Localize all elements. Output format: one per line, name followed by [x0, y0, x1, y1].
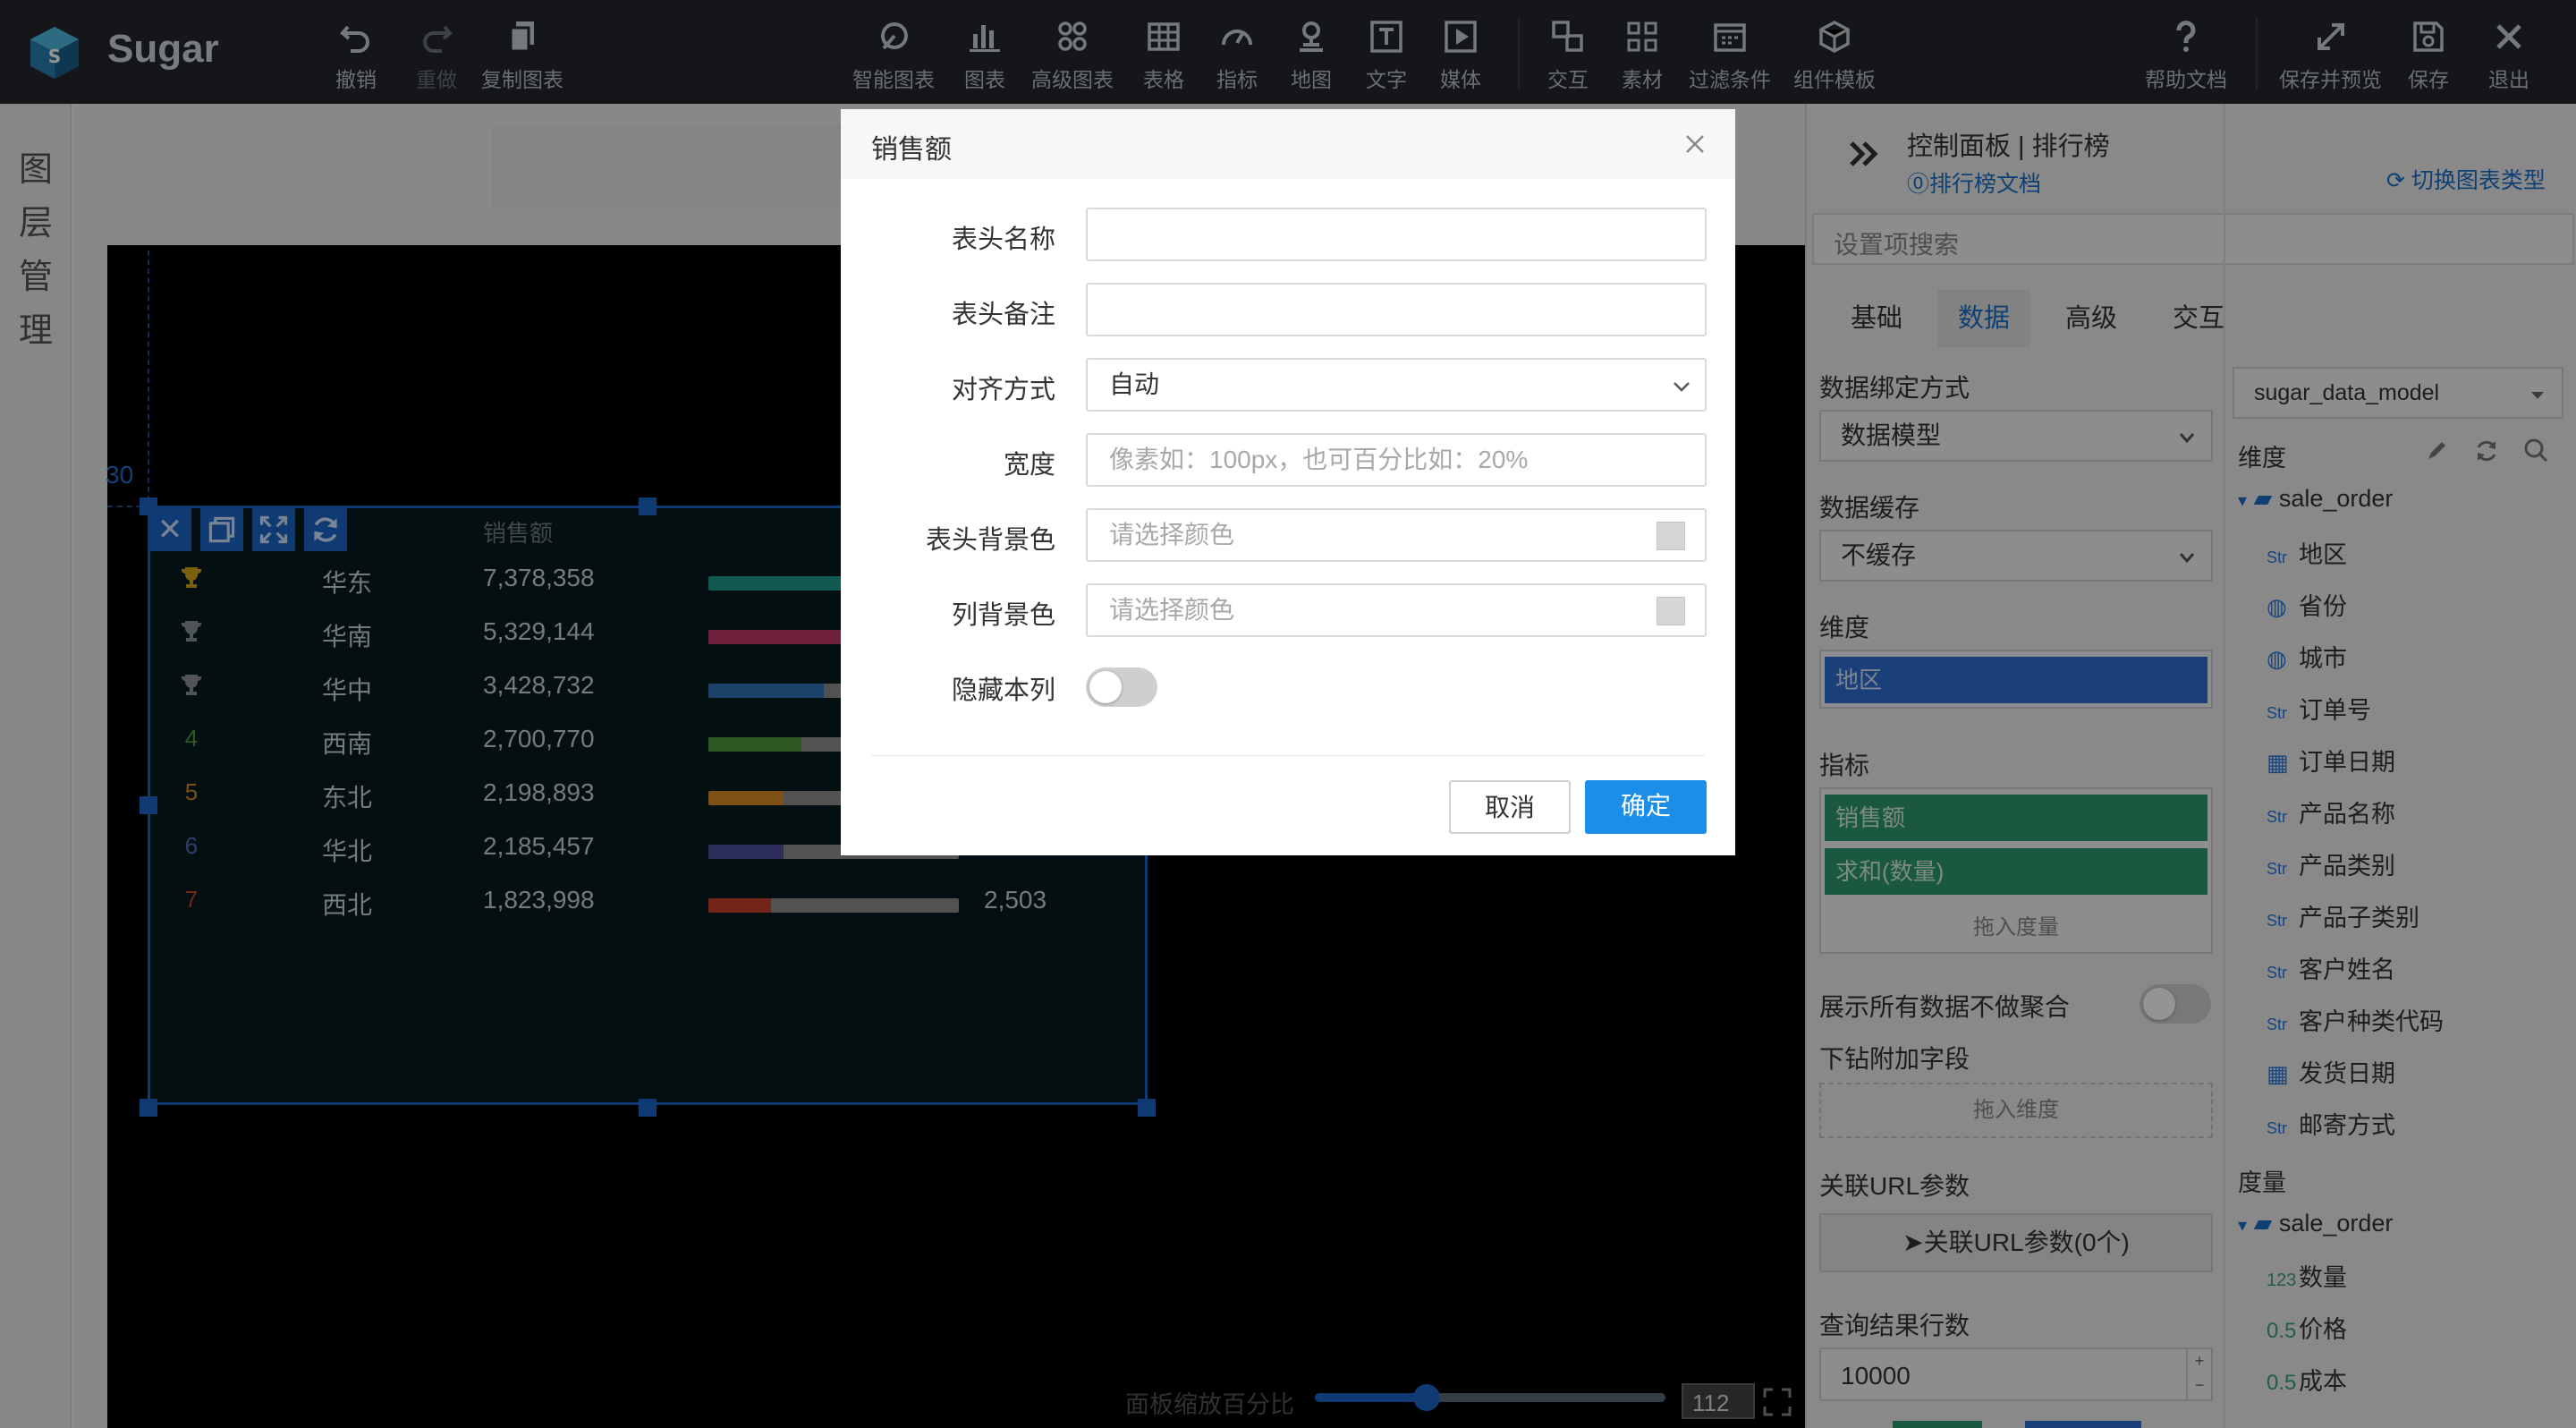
col-bg-label: 列背景色 [951, 601, 1055, 630]
width-label: 宽度 [1003, 451, 1055, 480]
ok-button[interactable]: 确定 [1585, 780, 1707, 834]
header-name-input[interactable] [1086, 208, 1707, 261]
chevron-down-icon [1674, 382, 1690, 392]
column-settings-dialog: 销售额 表头名称 表头备注 对齐方式 自动 宽度 像素如：100px，也可百分比… [841, 109, 1735, 855]
dialog-divider [871, 755, 1705, 756]
col-bg-color-input[interactable]: 请选择颜色 [1086, 583, 1707, 637]
align-value: 自动 [1109, 370, 1160, 398]
color-swatch[interactable] [1657, 522, 1685, 550]
close-icon[interactable] [1682, 131, 1708, 157]
align-select[interactable]: 自动 [1086, 358, 1707, 412]
width-input[interactable]: 像素如：100px，也可百分比如：20% [1086, 433, 1707, 487]
header-bg-color-input[interactable]: 请选择颜色 [1086, 508, 1707, 562]
hide-column-label: 隐藏本列 [951, 676, 1055, 705]
dialog-title: 销售额 [871, 135, 952, 165]
header-bg-placeholder: 请选择颜色 [1109, 521, 1235, 548]
cancel-button[interactable]: 取消 [1449, 780, 1571, 834]
col-bg-placeholder: 请选择颜色 [1109, 596, 1235, 624]
header-bg-label: 表头背景色 [925, 526, 1055, 555]
header-note-label: 表头备注 [951, 301, 1055, 329]
hide-column-toggle[interactable] [1086, 667, 1157, 707]
header-name-label: 表头名称 [951, 225, 1055, 254]
toggle-knob [1089, 671, 1122, 703]
header-note-input[interactable] [1086, 283, 1707, 336]
dialog-header [841, 109, 1735, 179]
color-swatch[interactable] [1657, 597, 1685, 625]
align-label: 对齐方式 [951, 376, 1055, 404]
